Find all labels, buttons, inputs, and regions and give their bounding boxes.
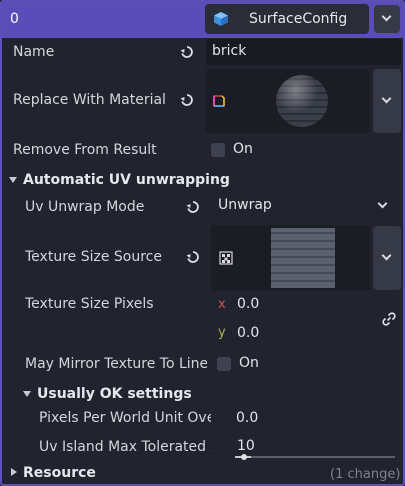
chevron-down-icon bbox=[381, 250, 392, 261]
resource-expand-icon[interactable] bbox=[11, 468, 17, 476]
slider-track bbox=[235, 456, 395, 458]
pixels-per-world-unit-field[interactable]: 0.0 bbox=[229, 406, 401, 432]
resource-menu-button[interactable] bbox=[374, 5, 400, 33]
pixels-per-world-unit-label: Pixels Per World Unit Ove bbox=[39, 410, 211, 426]
resource-type-label: SurfaceConfig bbox=[249, 11, 348, 27]
name-label: Name bbox=[13, 44, 55, 60]
remove-from-result-value: On bbox=[233, 141, 253, 157]
change-count-note: (1 change) bbox=[330, 467, 401, 482]
slider-knob[interactable] bbox=[241, 454, 247, 460]
uv-unwrap-mode-value: Unwrap bbox=[218, 197, 272, 213]
material-menu-button[interactable] bbox=[373, 69, 401, 133]
name-value: brick bbox=[212, 43, 247, 59]
replace-material-label: Replace With Material bbox=[13, 92, 166, 108]
y-axis-label: y bbox=[218, 325, 226, 340]
name-field[interactable]: brick bbox=[206, 39, 401, 65]
array-index: 0 bbox=[10, 11, 19, 27]
uv-unwrap-mode-select[interactable]: Unwrap bbox=[211, 193, 401, 219]
uv-section-title[interactable]: Automatic UV unwrapping bbox=[23, 172, 230, 188]
material-sphere-thumbnail bbox=[276, 75, 328, 127]
texture-size-y-value: 0.0 bbox=[237, 325, 260, 341]
resource-section-title[interactable]: Resource bbox=[23, 465, 96, 481]
uv-island-max-value: 10 bbox=[237, 438, 255, 454]
inspector-panel: 0 SurfaceConfig Name brick Replace With … bbox=[0, 0, 405, 486]
remove-from-result-label: Remove From Result bbox=[13, 142, 157, 158]
texture-icon bbox=[219, 251, 233, 265]
texture-size-x-value: 0.0 bbox=[237, 296, 260, 312]
cube-icon bbox=[214, 12, 228, 26]
x-axis-label: x bbox=[218, 297, 226, 312]
chevron-down-icon bbox=[381, 93, 392, 104]
may-mirror-label: May Mirror Texture To Line bbox=[25, 356, 207, 372]
material-preview[interactable] bbox=[206, 69, 370, 133]
uv-unwrap-mode-label: Uv Unwrap Mode bbox=[25, 199, 145, 215]
texture-size-source-label: Texture Size Source bbox=[25, 249, 162, 265]
resource-type-picker[interactable]: SurfaceConfig bbox=[205, 4, 369, 34]
remove-from-result-checkbox[interactable] bbox=[211, 143, 225, 157]
link-icon[interactable] bbox=[381, 311, 397, 327]
texture-menu-button[interactable] bbox=[373, 226, 401, 290]
inspector-header: 0 SurfaceConfig bbox=[2, 2, 403, 38]
texture-size-x-field[interactable]: 0.0 bbox=[232, 292, 372, 318]
chevron-down-icon bbox=[377, 198, 388, 209]
section-expand-icon[interactable] bbox=[9, 177, 17, 183]
usually-ok-title[interactable]: Usually OK settings bbox=[37, 386, 192, 402]
may-mirror-value: On bbox=[239, 355, 259, 371]
revert-icon[interactable] bbox=[186, 250, 200, 264]
revert-icon[interactable] bbox=[180, 93, 194, 107]
brick-texture-thumbnail bbox=[271, 228, 335, 288]
revert-icon[interactable] bbox=[180, 45, 194, 59]
may-mirror-checkbox[interactable] bbox=[217, 357, 231, 371]
chevron-down-icon bbox=[381, 11, 392, 22]
texture-preview[interactable] bbox=[211, 225, 370, 291]
texture-size-y-field[interactable]: 0.0 bbox=[232, 321, 372, 347]
uv-island-max-label: Uv Island Max Tolerated A bbox=[39, 439, 211, 455]
material-icon bbox=[213, 95, 225, 107]
texture-size-pixels-label: Texture Size Pixels bbox=[25, 296, 154, 312]
uv-island-max-slider[interactable]: 10 bbox=[229, 434, 401, 460]
revert-icon[interactable] bbox=[186, 200, 200, 214]
pixels-per-world-unit-value: 0.0 bbox=[236, 410, 259, 426]
subsection-expand-icon[interactable] bbox=[23, 391, 31, 397]
